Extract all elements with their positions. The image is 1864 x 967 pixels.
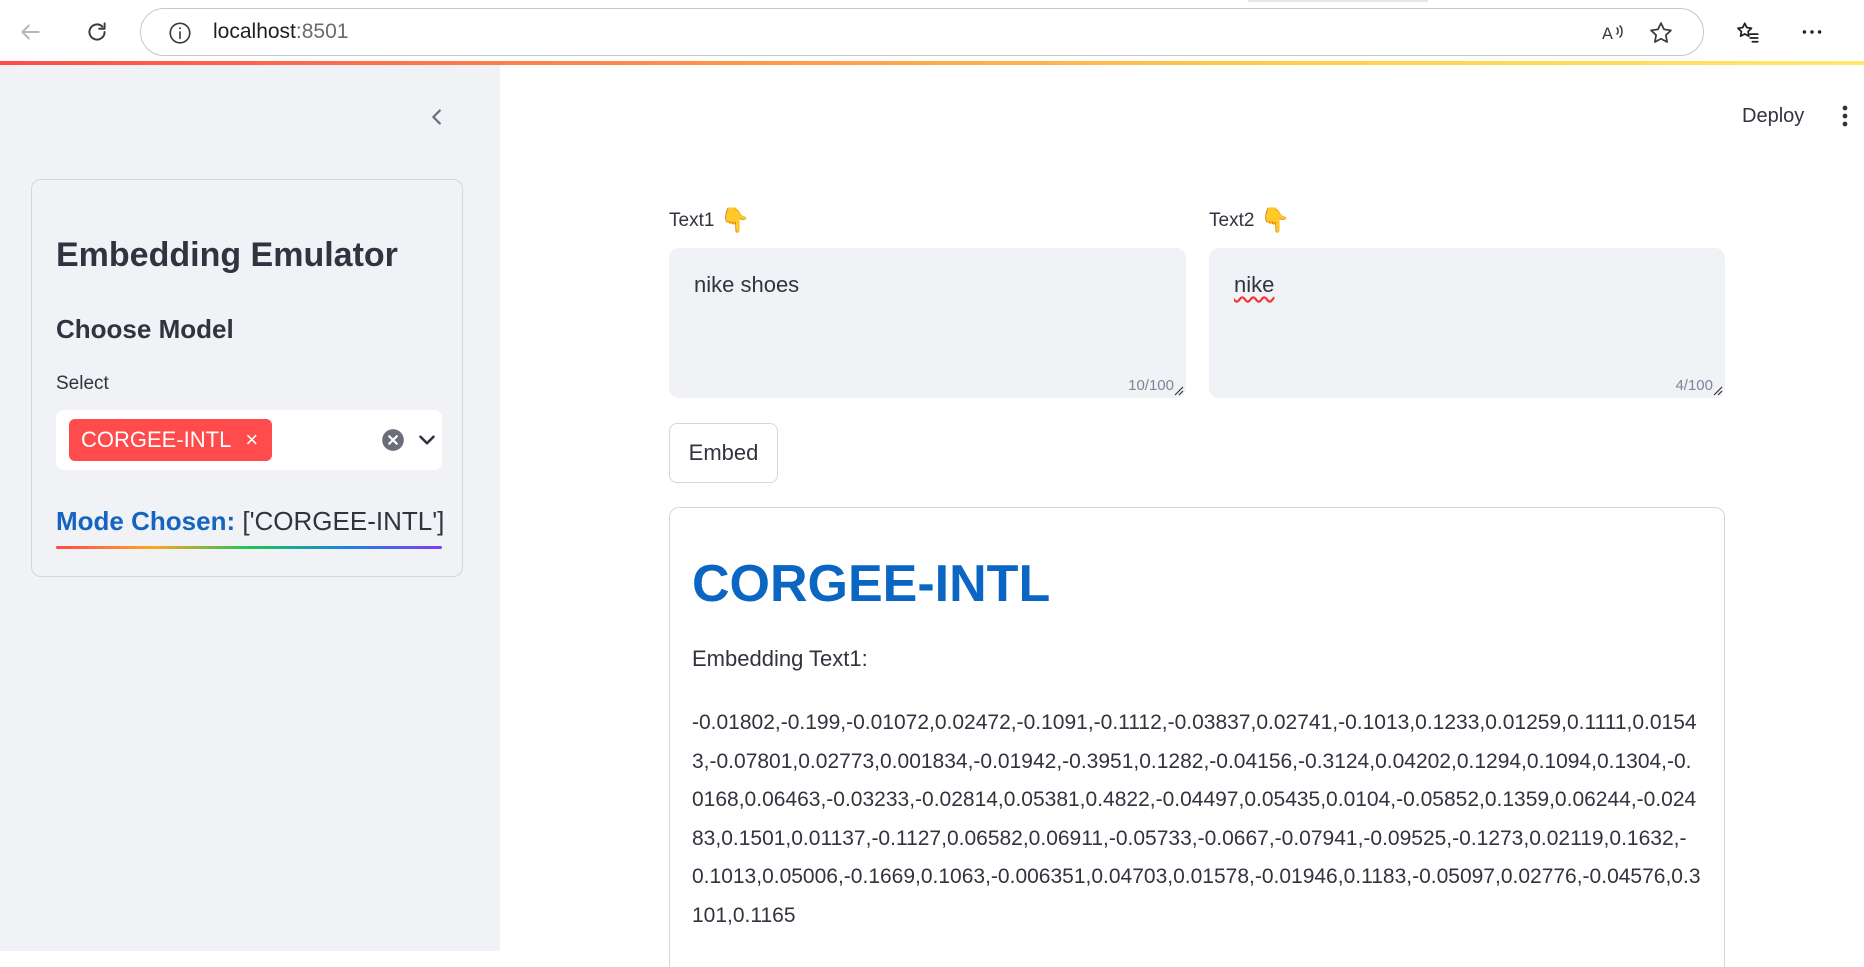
rainbow-divider	[56, 546, 442, 549]
app-title: Embedding Emulator	[56, 236, 398, 274]
pointing-down-icon: 👇	[720, 207, 751, 234]
info-icon[interactable]	[167, 20, 193, 46]
back-arrow-icon	[21, 24, 40, 40]
svg-text:A: A	[1602, 24, 1613, 43]
embedding-text1-label: Embedding Text1:	[692, 646, 868, 671]
text1-char-counter: 10/100	[1128, 377, 1174, 394]
text2-label-text: Text2	[1209, 210, 1255, 231]
deploy-button[interactable]: Deploy	[1742, 105, 1804, 128]
browser-toolbar: localhost:8501 A	[0, 0, 1864, 65]
vertical-dots-icon[interactable]	[1835, 101, 1855, 131]
text1-label-text: Text1	[669, 210, 715, 231]
choose-model-heading: Choose Model	[56, 314, 234, 344]
back-button[interactable]	[12, 14, 48, 50]
text2-label: Text2 👇	[1209, 209, 1290, 233]
chevron-down-icon[interactable]	[414, 427, 440, 453]
star-icon[interactable]	[1647, 19, 1675, 47]
chevron-left-icon	[432, 109, 441, 125]
embed-button[interactable]: Embed	[669, 423, 778, 483]
mode-chosen-value: ['CORGEE-INTL']	[242, 506, 445, 536]
favorites-button[interactable]	[1730, 14, 1766, 50]
selected-model-chip[interactable]: CORGEE-INTL ×	[69, 419, 273, 461]
clear-circle-icon[interactable]	[380, 427, 406, 453]
result-card: CORGEE-INTL Embedding Text1: -0.01802,-0…	[669, 507, 1725, 967]
read-aloud-icon[interactable]: A	[1599, 19, 1627, 47]
main-content: Deploy Text1 👇 nike shoes 10/100 Text2 👇…	[500, 65, 1864, 967]
more-dots-icon	[1802, 30, 1822, 34]
resize-grip-icon[interactable]	[1174, 386, 1184, 396]
sidebar-form-card: Embedding Emulator Choose Model Select C…	[31, 179, 463, 577]
text2-char-counter: 4/100	[1675, 377, 1713, 394]
text2-textarea[interactable]: nike 4/100	[1209, 248, 1725, 398]
resize-grip-icon[interactable]	[1713, 386, 1723, 396]
text1-value: nike shoes	[694, 272, 800, 297]
text2-value: nike	[1234, 272, 1275, 297]
reload-icon	[88, 22, 106, 41]
embedding-vector: -0.01802,-0.199,-0.01072,0.02472,-0.1091…	[692, 711, 1701, 927]
pointing-down-icon: 👇	[1260, 207, 1291, 234]
select-label: Select	[56, 373, 109, 394]
sidebar: Embedding Emulator Choose Model Select C…	[0, 65, 500, 951]
chip-remove-icon[interactable]: ×	[245, 429, 258, 451]
browser-menu-button[interactable]	[1794, 14, 1830, 50]
model-multiselect[interactable]: CORGEE-INTL ×	[56, 410, 442, 470]
reload-button[interactable]	[79, 14, 115, 50]
tabstrip-edge	[0, 0, 1864, 8]
result-model-title: CORGEE-INTL	[692, 555, 1051, 613]
chip-label: CORGEE-INTL	[81, 427, 232, 452]
favorites-icon	[1737, 22, 1759, 43]
mode-chosen-text: Mode Chosen: ['CORGEE-INTL']	[56, 506, 444, 537]
text1-textarea[interactable]: nike shoes 10/100	[669, 248, 1186, 398]
sidebar-collapse-button[interactable]	[422, 102, 452, 132]
text1-label: Text1 👇	[669, 209, 750, 233]
address-url[interactable]: localhost:8501	[213, 20, 348, 44]
address-bar[interactable]: localhost:8501 A	[140, 8, 1704, 56]
mode-chosen-label: Mode Chosen:	[56, 506, 236, 536]
